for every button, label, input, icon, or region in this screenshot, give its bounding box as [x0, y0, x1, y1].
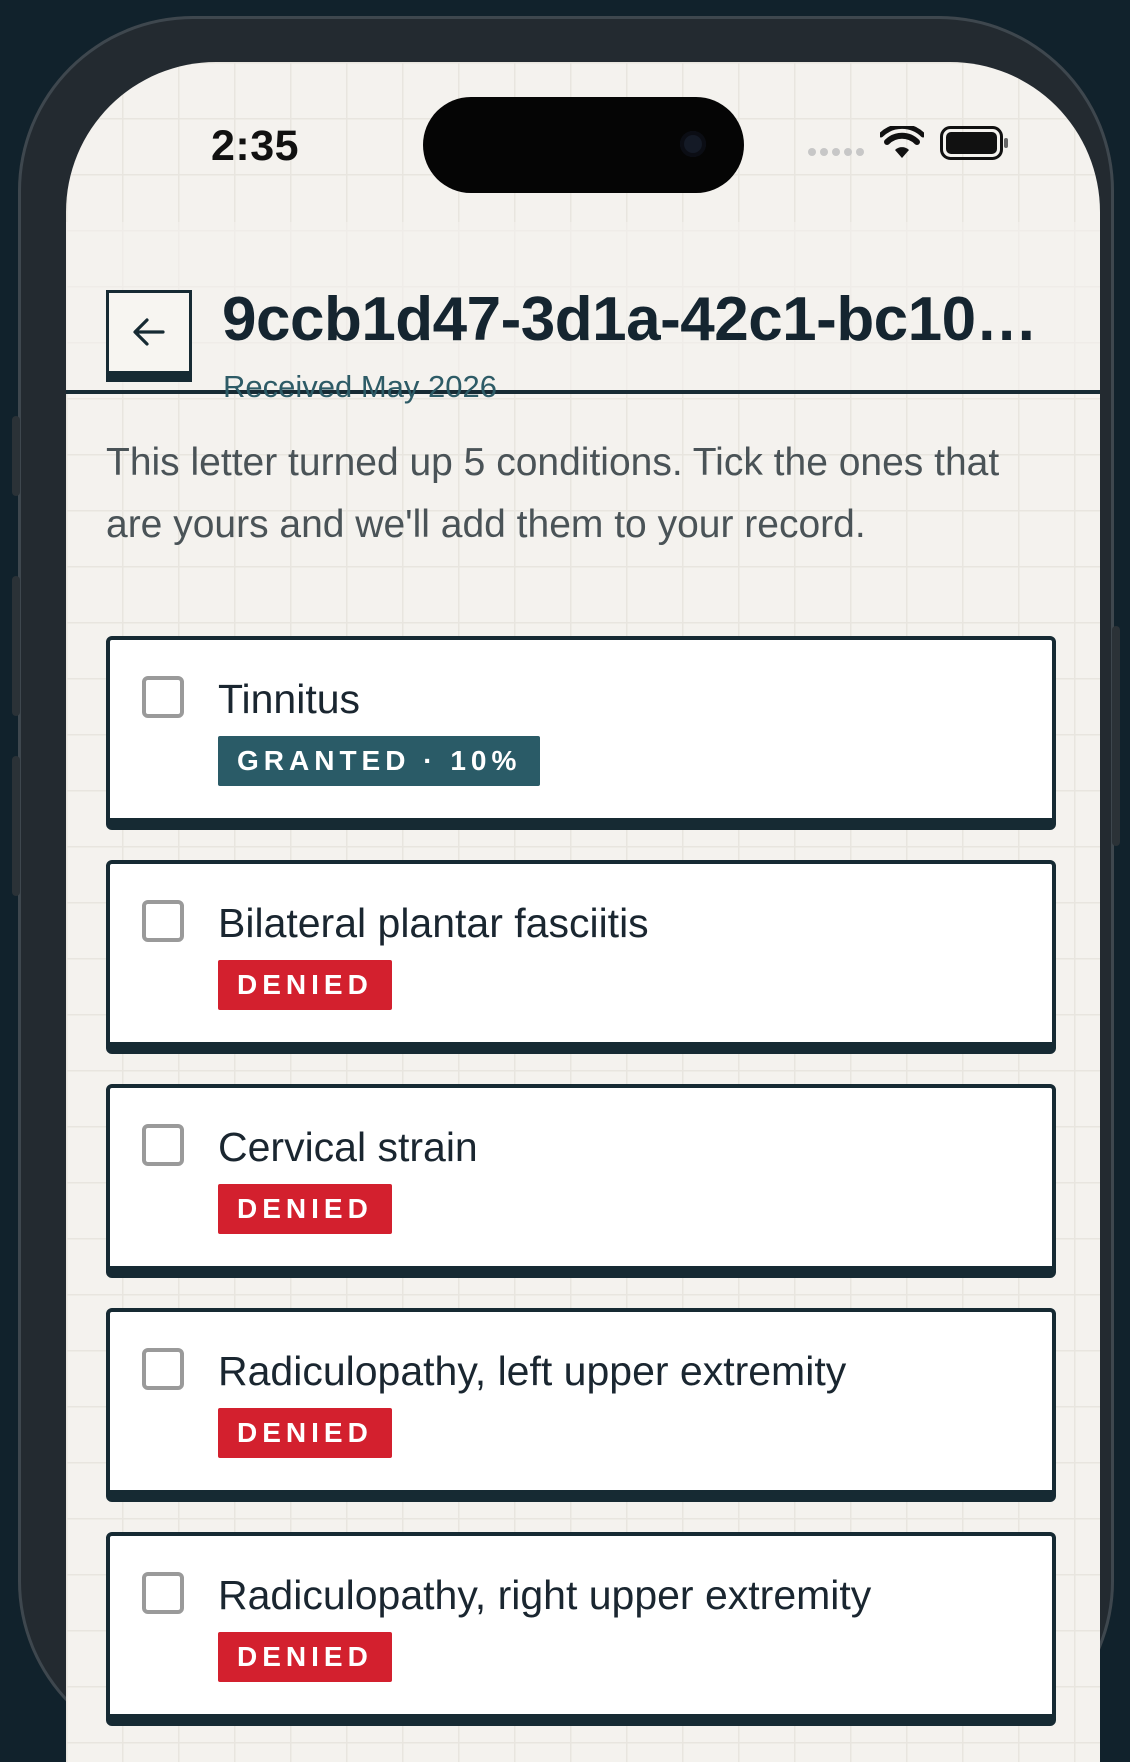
wifi-icon [880, 126, 924, 158]
back-button[interactable] [106, 290, 192, 382]
condition-checkbox[interactable] [142, 1124, 184, 1166]
status-badge: DENIED [218, 1184, 392, 1234]
page-title: 9ccb1d47-3d1a-42c1-bc10… [222, 285, 1038, 354]
page-subtitle: Received May 2026 [223, 369, 497, 404]
condition-card[interactable]: Radiculopathy, left upper extremity DENI… [106, 1308, 1056, 1502]
status-badge: DENIED [218, 1408, 392, 1458]
condition-name: Tinnitus [218, 676, 361, 722]
condition-checkbox[interactable] [142, 1348, 184, 1390]
camera-icon [680, 131, 706, 157]
condition-checkbox[interactable] [142, 900, 184, 942]
condition-checkbox[interactable] [142, 1572, 184, 1614]
status-badge: DENIED [218, 1632, 392, 1682]
intro-text: This letter turned up 5 conditions. Tick… [106, 441, 1000, 546]
condition-card[interactable]: Radiculopathy, right upper extremity DEN… [106, 1532, 1056, 1726]
page-header: 9ccb1d47-3d1a-42c1-bc10… Received May 20… [66, 222, 1100, 404]
status-time: 2:35 [211, 122, 300, 170]
signal-dots-icon [808, 148, 864, 156]
status-badge: DENIED [218, 960, 392, 1010]
phone-frame: 2:35 9ccb1d47-3d1a-42c1-bc10… Received M… [12, 16, 1120, 1762]
condition-name: Radiculopathy, left upper extremity [218, 1348, 847, 1394]
condition-name: Bilateral plantar fasciitis [218, 900, 649, 946]
condition-card[interactable]: Bilateral plantar fasciitis DENIED [106, 860, 1056, 1054]
condition-card[interactable]: Tinnitus GRANTED · 10% [106, 636, 1056, 830]
condition-name: Radiculopathy, right upper extremity [218, 1572, 872, 1618]
dynamic-island [423, 97, 744, 193]
status-badge: GRANTED · 10% [218, 736, 541, 786]
status-icons [808, 126, 1010, 160]
screen: 2:35 9ccb1d47-3d1a-42c1-bc10… Received M… [66, 62, 1100, 1762]
condition-card[interactable]: Cervical strain DENIED [106, 1084, 1056, 1278]
condition-name: Cervical strain [218, 1124, 478, 1170]
volume-down-button [12, 756, 20, 896]
volume-up-button [12, 576, 20, 716]
battery-icon [940, 126, 1008, 160]
power-button [1112, 626, 1120, 846]
conditions-list: Tinnitus GRANTED · 10% Bilateral plantar… [106, 636, 1056, 1756]
condition-checkbox[interactable] [142, 676, 184, 718]
arrow-left-icon [133, 318, 165, 346]
action-button [12, 416, 20, 496]
